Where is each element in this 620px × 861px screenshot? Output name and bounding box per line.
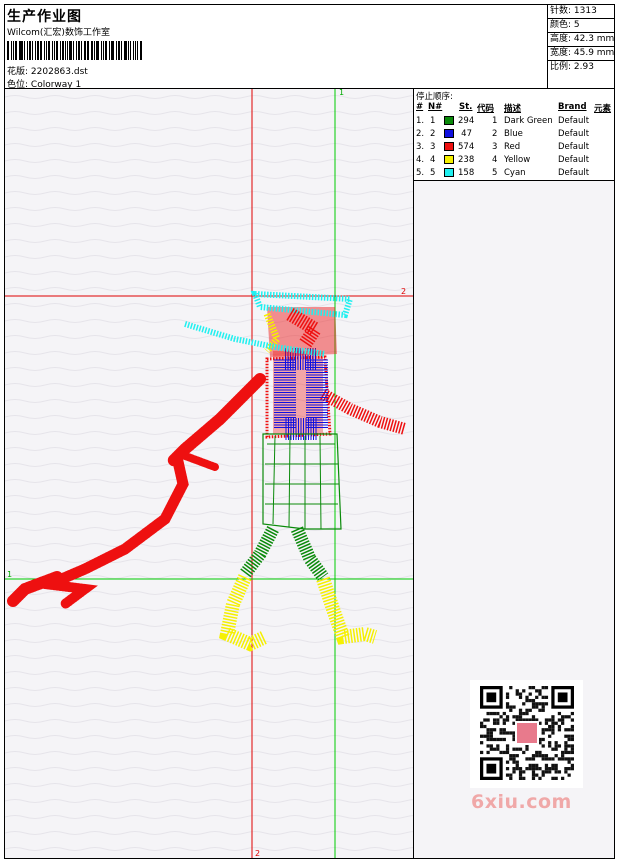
cell-desc: Red	[504, 142, 521, 152]
qr-code-image	[480, 686, 574, 780]
cell-st: 238	[458, 155, 475, 165]
cell-code: 1	[492, 116, 498, 126]
color-swatch	[444, 155, 454, 164]
color-swatch	[444, 129, 454, 138]
cell-code: 5	[492, 168, 498, 178]
qr-code	[470, 680, 583, 788]
col-header-desc: 描述	[504, 104, 522, 114]
page-title: 生产作业图	[7, 9, 82, 25]
guide-label-h2: 2	[401, 287, 406, 296]
table-row: 4. 4 238 4 Yellow Default	[414, 154, 614, 166]
cell-brand: Default	[558, 142, 590, 152]
table-row: 1. 1 294 1 Dark Green Default	[414, 115, 614, 127]
color-swatch	[444, 168, 454, 177]
guide-label-h1: 1	[7, 570, 12, 579]
cell-brand: Default	[558, 129, 590, 139]
cell-n: 5	[430, 168, 436, 178]
embroidery-figure: 1 2 1 2	[5, 89, 413, 858]
guide-label-v2: 2	[255, 849, 260, 858]
stat-width: 宽度: 45.9 mm	[548, 47, 615, 61]
torso	[265, 348, 332, 440]
stop-sequence-table: 停止顺序: # N# St. 代码 描述 Brand 元素 1. 1 294 1 Dar…	[414, 89, 614, 181]
table-row: 3. 3 574 3 Red Default	[414, 141, 614, 153]
cell-idx: 5.	[416, 168, 425, 178]
cell-code: 4	[492, 155, 498, 165]
file-label: 花版:	[7, 67, 29, 77]
cell-st: 47	[461, 129, 472, 139]
file-line: 花版: 2202863.dst	[7, 64, 88, 77]
cell-st: 294	[458, 116, 475, 126]
company-name: Wilcom(汇宏)数饰工作室	[7, 28, 110, 38]
table-row: 2. 2 47 2 Blue Default	[414, 128, 614, 140]
design-canvas: 1 2 1 2	[5, 89, 414, 858]
col-header-brand: Brand	[558, 102, 587, 112]
cell-idx: 3.	[416, 142, 425, 152]
cell-brand: Default	[558, 168, 590, 178]
cell-code: 2	[492, 129, 498, 139]
cell-n: 1	[430, 116, 436, 126]
color-swatch	[444, 142, 454, 151]
cell-idx: 4.	[416, 155, 425, 165]
cell-desc: Cyan	[504, 168, 526, 178]
guide-label-v1: 1	[339, 89, 344, 97]
barcode	[7, 41, 143, 60]
col-header-stitches: St.	[459, 102, 473, 112]
stat-height: 高度: 42.3 mm	[548, 33, 615, 47]
cell-desc: Yellow	[504, 155, 531, 165]
cell-st: 574	[458, 142, 475, 152]
cell-idx: 1.	[416, 116, 425, 126]
cell-st: 158	[458, 168, 475, 178]
stat-stitches: 针数: 1313	[548, 4, 615, 19]
cell-desc: Blue	[504, 129, 523, 139]
stat-scale: 比例: 2.93	[550, 62, 594, 72]
cell-n: 3	[430, 142, 436, 152]
cell-desc: Dark Green	[504, 116, 553, 126]
cell-n: 2	[430, 129, 436, 139]
cell-brand: Default	[558, 155, 590, 165]
stats-panel: 针数: 1313 颜色: 5 高度: 42.3 mm 宽度: 45.9 mm 比…	[547, 4, 615, 89]
stop-sequence-title: 停止顺序:	[416, 92, 453, 102]
color-swatch	[444, 116, 454, 125]
cell-code: 3	[492, 142, 498, 152]
col-header-code: 代码	[477, 104, 495, 114]
watermark: 6xiu.com	[471, 791, 572, 813]
col-header-element: 元素	[594, 104, 612, 114]
cell-brand: Default	[558, 116, 590, 126]
col-header-index: #	[416, 102, 424, 112]
stat-colors: 颜色: 5	[548, 19, 615, 33]
cell-idx: 2.	[416, 129, 425, 139]
cell-n: 4	[430, 155, 436, 165]
col-header-n: N#	[428, 102, 443, 112]
table-row: 5. 5 158 5 Cyan Default	[414, 167, 614, 179]
file-value: 2202863.dst	[30, 67, 88, 77]
header: 生产作业图 Wilcom(汇宏)数饰工作室 花版: 2202863.dst 色位…	[4, 4, 615, 90]
